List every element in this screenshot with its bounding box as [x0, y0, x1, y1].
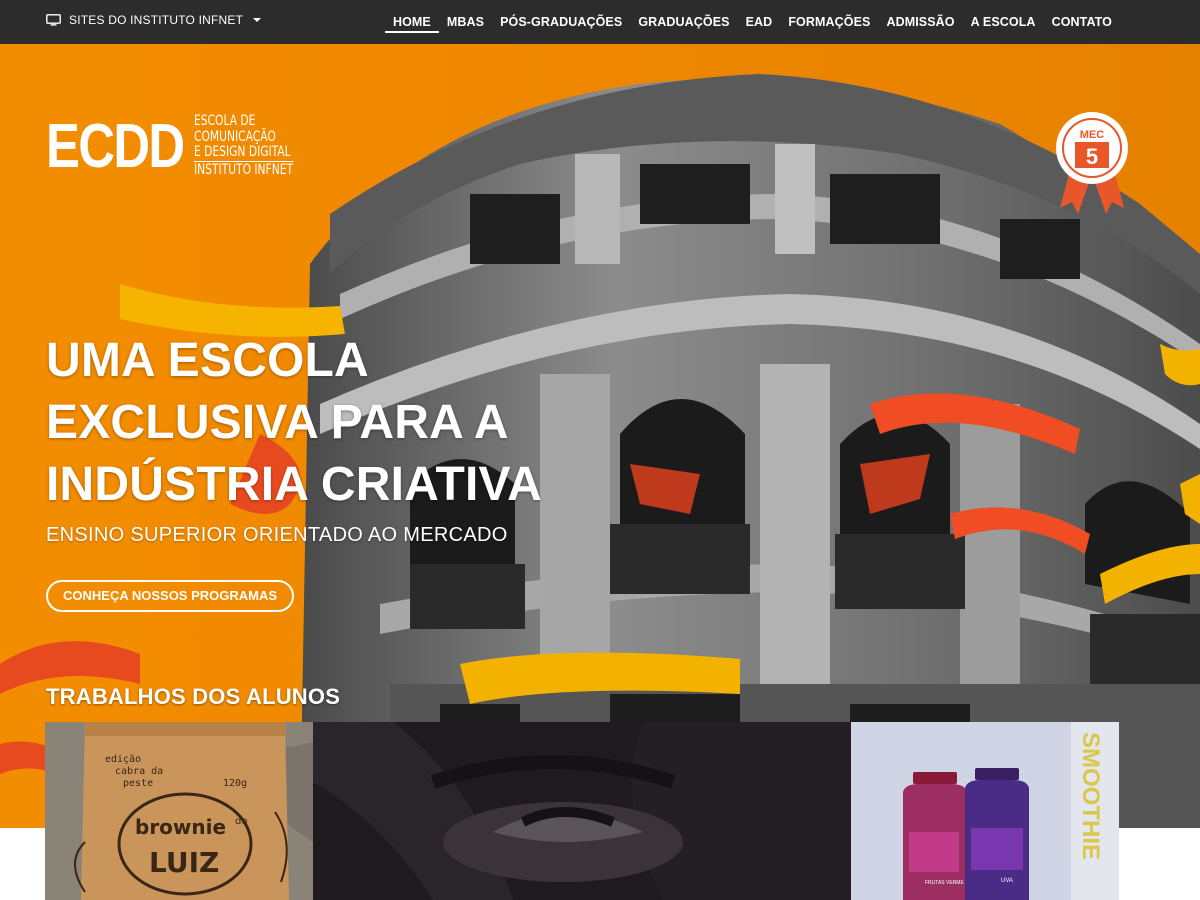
- sites-dropdown-label: SITES DO INSTITUTO INFNET: [69, 13, 244, 27]
- nav-admissao[interactable]: ADMISSÃO: [878, 0, 962, 44]
- caret-down-icon: [253, 18, 262, 22]
- logo-line-4: INSTITUTO INFNET: [194, 160, 294, 178]
- student-works-title: TRABALHOS DOS ALUNOS: [46, 684, 341, 709]
- nav-pos-graduacoes[interactable]: PÓS-GRADUAÇÕES: [492, 0, 630, 44]
- main-nav: HOME MBAS PÓS-GRADUAÇÕES GRADUAÇÕES EAD …: [384, 0, 1120, 44]
- top-navbar: SITES DO INSTITUTO INFNET HOME MBAS PÓS-…: [0, 0, 1200, 44]
- logo-acronym: ECDD: [46, 112, 185, 181]
- nav-home[interactable]: HOME: [384, 0, 439, 44]
- logo-wordmark: ESCOLA DE COMUNICAÇÃO E DESIGN DIGITAL I…: [194, 113, 294, 178]
- monitor-icon: [46, 14, 61, 26]
- smoothie-tag-1: FRUTAS VERME: [925, 880, 964, 886]
- sites-dropdown[interactable]: SITES DO INSTITUTO INFNET: [46, 13, 262, 27]
- brownie-package-image: edição cabra da peste 120g brownie do LU…: [45, 722, 313, 900]
- package-brand-2: do: [235, 816, 247, 827]
- mec-5-badge-icon: MEC 5: [1056, 112, 1128, 214]
- mec-badge-score: 5: [1086, 144, 1098, 169]
- hero-subheading: ENSINO SUPERIOR ORIENTADO AO MERCADO: [46, 524, 508, 546]
- package-sub-2: peste: [123, 778, 153, 789]
- hero-headline-line-2: EXCLUSIVA PARA A: [46, 396, 509, 449]
- package-brand-1: brownie: [135, 815, 226, 839]
- hero-headline-line-1: UMA ESCOLA: [46, 334, 369, 387]
- package-sub-1: cabra da: [115, 766, 163, 777]
- logo-line-3: E DESIGN DIGITAL: [194, 144, 291, 160]
- nav-formacoes[interactable]: FORMAÇÕES: [780, 0, 878, 44]
- work-tile-brownie[interactable]: edição cabra da peste 120g brownie do LU…: [45, 722, 313, 900]
- programs-cta-button[interactable]: CONHEÇA NOSSOS PROGRAMAS: [46, 580, 295, 612]
- smoothie-tag-2: UVA: [1001, 878, 1013, 884]
- package-brand-3: LUIZ: [149, 846, 219, 879]
- ecdd-logo[interactable]: ECDD ESCOLA DE COMUNICAÇÃO E DESIGN DIGI…: [46, 112, 311, 181]
- mec-badge-label: MEC: [1080, 129, 1105, 141]
- portrait-illustration-image: [313, 722, 851, 900]
- hero-headline: UMA ESCOLA EXCLUSIVA PARA A INDÚSTRIA CR…: [46, 330, 666, 516]
- hero-headline-line-3: INDÚSTRIA CRIATIVA: [46, 458, 543, 511]
- nav-contato[interactable]: CONTATO: [1044, 0, 1120, 44]
- logo-line-2: COMUNICAÇÃO: [194, 128, 276, 145]
- package-edition: edição: [105, 754, 141, 765]
- hero-banner: ECDD ESCOLA DE COMUNICAÇÃO E DESIGN DIGI…: [0, 44, 1200, 828]
- nav-graduacoes[interactable]: GRADUAÇÕES: [630, 0, 737, 44]
- student-works-gallery: edição cabra da peste 120g brownie do LU…: [45, 722, 1119, 900]
- package-weight: 120g: [223, 778, 247, 789]
- nav-mbas[interactable]: MBAS: [439, 0, 492, 44]
- nav-a-escola[interactable]: A ESCOLA: [963, 0, 1044, 44]
- smoothie-side-text: SMOOTHIE: [1077, 732, 1104, 860]
- logo-line-1: ESCOLA DE: [194, 113, 256, 129]
- smoothie-bottles-image: SMOOTHIE FRUTAS VERME UVA: [851, 722, 1119, 900]
- work-tile-portrait[interactable]: [313, 722, 851, 900]
- nav-ead[interactable]: EAD: [738, 0, 781, 44]
- work-tile-smoothie[interactable]: SMOOTHIE FRUTAS VERME UVA: [851, 722, 1119, 900]
